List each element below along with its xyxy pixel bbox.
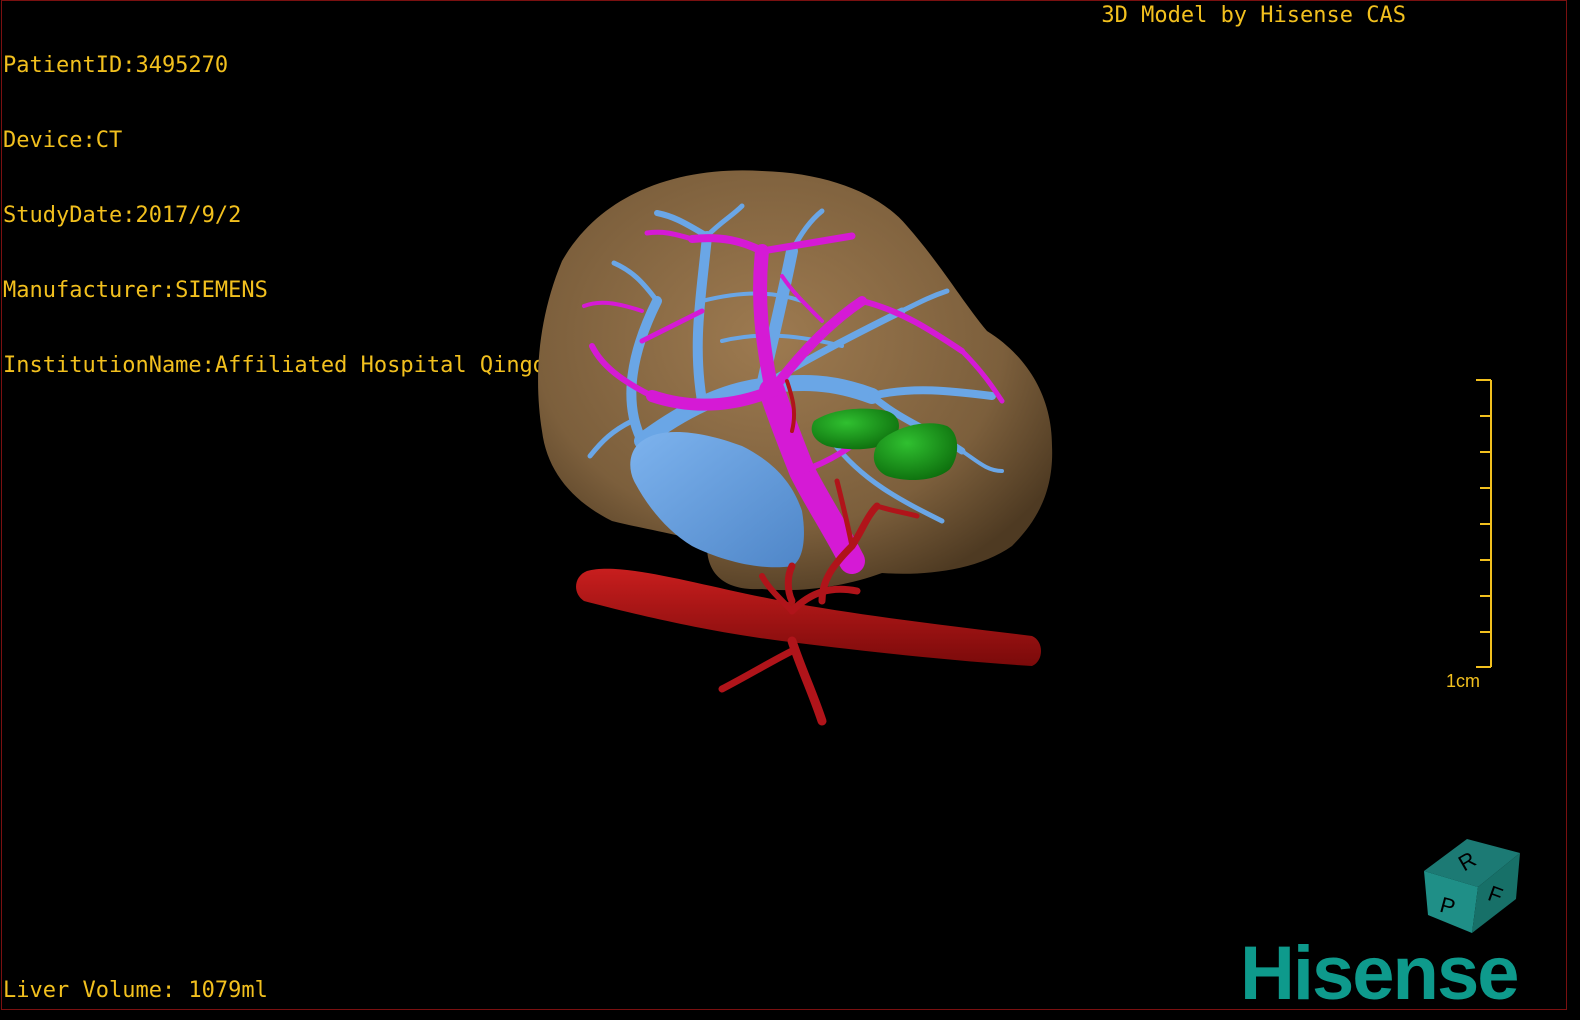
scale-bar xyxy=(1476,379,1492,668)
liver-3d-model[interactable] xyxy=(2,1,1567,1010)
scale-label: 1cm xyxy=(1446,671,1481,691)
3d-viewport[interactable]: PatientID:3495270 Device:CT StudyDate:20… xyxy=(1,0,1567,1010)
liver-volume-text: Liver Volume: 1079ml xyxy=(3,978,268,1003)
orientation-cube[interactable]: R F P xyxy=(1412,831,1532,941)
hisense-logo: Hisense xyxy=(1240,931,1519,1010)
